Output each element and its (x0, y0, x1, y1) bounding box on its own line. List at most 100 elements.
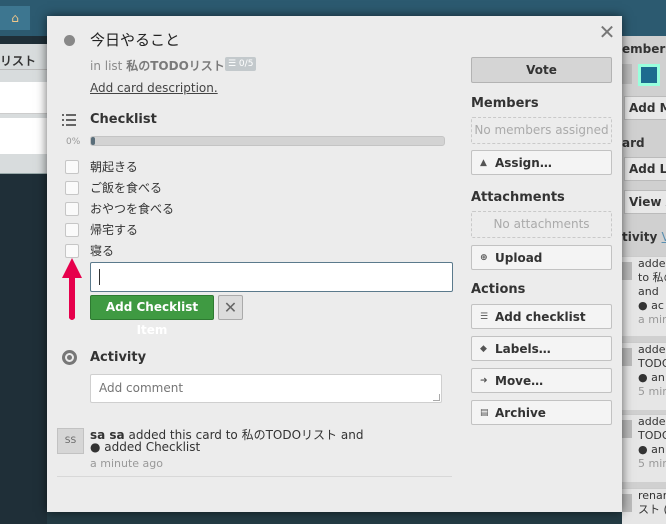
assign-label: Assign… (495, 155, 552, 170)
actions-title: Actions (471, 282, 526, 297)
add-comment-input[interactable] (90, 374, 442, 403)
member-avatar[interactable] (622, 64, 632, 84)
card-list-info: in list 私のTODOリスト (90, 57, 225, 74)
view-all-button[interactable]: View A (624, 190, 666, 214)
checklist-item: 帰宅する (65, 219, 174, 240)
board-members-label: embers (622, 42, 666, 56)
attachments-placeholder: No attachments (471, 211, 612, 238)
background-list-title: リスト (0, 44, 47, 70)
checklist-item: ご飯を食べる (65, 177, 174, 198)
board-activity-label: tivity Vi (622, 230, 666, 244)
close-icon[interactable]: ✕ (596, 20, 618, 44)
background-card[interactable] (0, 82, 47, 114)
add-list-button[interactable]: Add Lis (624, 157, 666, 181)
activity-line: TODO (638, 357, 666, 370)
resize-handle[interactable] (433, 394, 440, 401)
add-description-link[interactable]: Add card description. (90, 81, 218, 95)
move-label: Move… (495, 373, 544, 388)
list-name-link[interactable]: 私のTODOリスト (126, 59, 225, 73)
archive-icon: ▤ (480, 407, 489, 418)
in-list-prefix: in list (90, 59, 123, 73)
assign-button[interactable]: ▲ Assign… (471, 150, 612, 175)
archive-label: Archive (495, 405, 546, 420)
board-label: ard (622, 136, 645, 150)
checklist-badge: ☰ 0/5 (225, 57, 257, 71)
activity-time: a min (638, 313, 666, 326)
activity-time: 5 min (638, 385, 666, 398)
tag-icon: ◆ (480, 343, 487, 354)
activity-line: adde (638, 415, 666, 428)
activity-icon (62, 350, 77, 365)
vote-button[interactable]: Vote (471, 57, 612, 83)
avatar (622, 262, 632, 280)
activity-line: ● an (638, 443, 665, 456)
activity-title: Activity (90, 350, 147, 365)
upload-icon: ⊕ (480, 252, 488, 263)
add-checklist-label: Add checklist (495, 309, 586, 324)
background-card[interactable] (0, 118, 47, 154)
archive-button[interactable]: ▤ Archive (471, 400, 612, 425)
activity-line: TODO (638, 429, 666, 442)
checklist-progress-fill (91, 137, 95, 145)
checklist-item: おやつを食べる (65, 198, 174, 219)
activity-line: and (638, 285, 659, 298)
activity-line: to 私の (638, 271, 666, 284)
annotation-arrow-icon (62, 258, 82, 320)
checklist-checkbox[interactable] (65, 201, 79, 216)
add-checklist-item-input[interactable] (90, 262, 453, 292)
activity-line: added (638, 257, 666, 270)
add-checklist-button[interactable]: ☰ Add checklist (471, 304, 612, 329)
checklist-title[interactable]: Checklist (90, 112, 157, 127)
user-icon: ▲ (480, 157, 487, 168)
move-button[interactable]: ➜ Move… (471, 368, 612, 393)
members-placeholder: No members assigned (471, 117, 612, 144)
activity-line: renar (638, 489, 666, 502)
checklist-item-text[interactable]: 帰宅する (90, 221, 138, 238)
checklist-percent: 0% (66, 137, 81, 147)
add-members-button[interactable]: Add Me (624, 96, 666, 120)
checklist-item-text[interactable]: 寝る (90, 242, 114, 259)
checklist-checkbox[interactable] (65, 159, 79, 174)
board-sidebar: embers Add Me ard Add Lis View A tivity … (622, 36, 666, 524)
avatar (622, 420, 632, 438)
labels-button[interactable]: ◆ Labels… (471, 336, 612, 361)
activity-line: スト (W (638, 503, 666, 516)
card-icon (64, 35, 75, 46)
add-checklist-item-button[interactable]: Add Checklist Item (90, 295, 214, 337)
upload-button[interactable]: ⊕ Upload (471, 245, 612, 270)
home-icon[interactable]: ⌂ (0, 6, 30, 30)
avatar (622, 494, 632, 512)
checklist-items: 朝起きる ご飯を食べる おやつを食べる 帰宅する 寝る (65, 156, 174, 261)
activity-line: adde (638, 343, 666, 356)
checklist-checkbox[interactable] (65, 222, 79, 237)
checklist-item-text[interactable]: おやつを食べる (90, 200, 174, 217)
board-activity-title: tivity (622, 230, 658, 244)
avatar (622, 348, 632, 366)
card-title[interactable]: 今日やること (90, 29, 180, 50)
divider (57, 476, 452, 477)
avatar[interactable]: SS (57, 428, 84, 454)
activity-line: ● ac (638, 299, 664, 312)
activity-line: ● an (638, 371, 665, 384)
checklist-progress-bar (90, 136, 445, 146)
upload-label: Upload (495, 250, 543, 265)
card-detail-modal: ✕ 今日やること in list 私のTODOリスト ☰ 0/5 Add car… (47, 16, 622, 512)
checklist-icon (62, 114, 76, 126)
members-title: Members (471, 96, 539, 111)
close-icon: ✕ (223, 298, 238, 317)
activity-time[interactable]: a minute ago (90, 457, 163, 470)
cancel-add-item-button[interactable]: ✕ (218, 295, 243, 320)
member-avatar[interactable] (638, 64, 660, 86)
arrow-right-icon: ➜ (480, 375, 488, 386)
checklist-item-text[interactable]: ご飯を食べる (90, 179, 162, 196)
text-cursor (99, 269, 100, 285)
checklist-item: 朝起きる (65, 156, 174, 177)
checklist-checkbox[interactable] (65, 180, 79, 195)
activity-time: 5 min (638, 457, 666, 470)
checklist-item-text[interactable]: 朝起きる (90, 158, 138, 175)
activity-entry-bullet: ● added Checklist (90, 440, 201, 454)
labels-label: Labels… (495, 341, 551, 356)
attachments-title: Attachments (471, 190, 565, 205)
board-activity-view-link[interactable]: Vi (662, 230, 666, 244)
background-list: リスト (0, 44, 47, 174)
